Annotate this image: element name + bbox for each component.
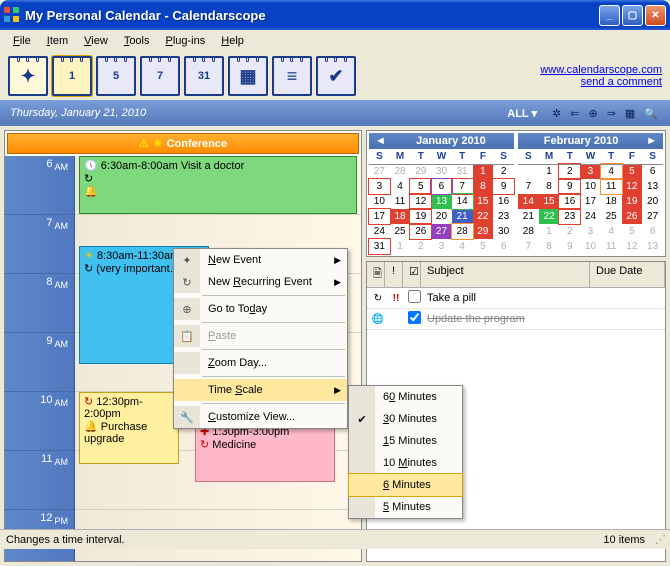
menu-new-event[interactable]: ✦New Event▶ bbox=[174, 249, 347, 271]
maximize-button[interactable]: ▢ bbox=[622, 5, 643, 26]
resize-grip[interactable]: ⋰ bbox=[655, 533, 664, 546]
event-purchase[interactable]: ↻ 12:30pm-2:00pm 🔔 Purchase upgrade bbox=[79, 392, 179, 464]
title-bar: My Personal Calendar - Calendarscope _ ▢… bbox=[0, 0, 670, 30]
tasks-header: 🗎 ! ☑ Subject Due Date bbox=[367, 262, 665, 288]
menu-bar: File Item View Tools Plug-ins Help bbox=[0, 30, 670, 52]
bell-icon: 🔔 bbox=[84, 421, 98, 433]
new-event-button[interactable]: ✦ bbox=[8, 56, 48, 96]
menu-new-recurring[interactable]: ↻New Recurring Event▶ bbox=[174, 271, 347, 293]
task-checkbox[interactable] bbox=[408, 290, 421, 303]
current-date: Thursday, January 21, 2010 bbox=[10, 107, 505, 119]
menu-zoom-day[interactable]: Zoom Day... bbox=[174, 352, 347, 374]
close-button[interactable]: ✕ bbox=[645, 5, 666, 26]
next-month-icon[interactable]: ► bbox=[642, 135, 661, 147]
timescale-10[interactable]: 10 Minutes bbox=[349, 452, 462, 474]
task-checkbox[interactable] bbox=[408, 311, 421, 324]
minical-january[interactable]: ◄January 2010 SMTWTFS 272829303112 34567… bbox=[369, 133, 514, 254]
status-text: Changes a time interval. bbox=[6, 534, 603, 546]
prev-month-icon[interactable]: ◄ bbox=[371, 135, 390, 147]
col-check[interactable]: ☑ bbox=[403, 262, 421, 287]
status-bar: Changes a time interval. 10 items ⋰ bbox=[0, 529, 670, 549]
filter-all[interactable]: ALL ▾ bbox=[505, 107, 539, 120]
menu-file[interactable]: File bbox=[6, 33, 38, 49]
event-medicine[interactable]: ✚ 1:30pm-3:00pm ↻ Medicine bbox=[195, 422, 335, 482]
menu-paste[interactable]: 📋Paste bbox=[174, 325, 347, 347]
sun-icon: ☀ bbox=[84, 250, 94, 262]
next-icon[interactable]: ⇒ bbox=[605, 107, 618, 120]
priority-icon: !! bbox=[387, 293, 405, 304]
window-title: My Personal Calendar - Calendarscope bbox=[25, 8, 599, 23]
event-visit-doctor[interactable]: 🕔 6:30am-8:00am Visit a doctor ↻ 🔔 bbox=[79, 156, 357, 214]
calendar-icon[interactable]: ▦ bbox=[623, 107, 637, 120]
allday-event[interactable]: ⚠ ☀ Conference bbox=[7, 133, 359, 154]
grid-view-button[interactable]: ▦ bbox=[228, 56, 268, 96]
search-icon[interactable]: 🔍 bbox=[642, 107, 660, 120]
menu-goto-today[interactable]: ⊕Go to Today bbox=[174, 298, 347, 320]
task-row[interactable]: 🌐 Update the program bbox=[367, 309, 665, 330]
status-count: 10 items bbox=[603, 534, 645, 546]
timescale-submenu: 60 Minutes ✔30 Minutes 15 Minutes 10 Min… bbox=[348, 385, 463, 519]
timescale-5[interactable]: 5 Minutes bbox=[349, 496, 462, 518]
recurring-icon: ↻ bbox=[84, 263, 93, 275]
week-view-button[interactable]: 7 bbox=[140, 56, 180, 96]
time-column: 6AM 7AM 8AM 9AM 10AM 11AM 12PM 1PM bbox=[5, 156, 75, 561]
minical-february[interactable]: February 2010► SMTWTFS 123456 7891011121… bbox=[518, 133, 663, 254]
gear-icon[interactable]: ✲ bbox=[550, 107, 563, 120]
recurring-icon: ↻ bbox=[84, 396, 93, 408]
today-icon[interactable]: ⊕ bbox=[586, 107, 599, 120]
timescale-6[interactable]: 6 Minutes bbox=[349, 474, 462, 496]
col-priority[interactable]: ! bbox=[385, 262, 403, 287]
toolbar: ✦ 1 5 7 31 ▦ ≡ ✔ www.calendarscope.com s… bbox=[0, 52, 670, 100]
warning-icon: ⚠ bbox=[139, 137, 149, 150]
prev-icon[interactable]: ⇐ bbox=[568, 107, 581, 120]
recurring-icon: ↻ bbox=[84, 173, 93, 185]
menu-view[interactable]: View bbox=[77, 33, 115, 49]
menu-plugins[interactable]: Plug-ins bbox=[159, 33, 213, 49]
task-row[interactable]: ↻ !! Take a pill bbox=[367, 288, 665, 309]
menu-time-scale[interactable]: Time Scale▶ bbox=[174, 379, 347, 401]
col-icon[interactable]: 🗎 bbox=[367, 262, 385, 287]
sun-icon: ☀ bbox=[153, 137, 163, 150]
month-view-button[interactable]: 31 bbox=[184, 56, 224, 96]
menu-help[interactable]: Help bbox=[214, 33, 251, 49]
context-menu: ✦New Event▶ ↻New Recurring Event▶ ⊕Go to… bbox=[173, 248, 348, 429]
tasks-view-button[interactable]: ✔ bbox=[316, 56, 356, 96]
day-view-button[interactable]: 1 bbox=[52, 56, 92, 96]
timescale-15[interactable]: 15 Minutes bbox=[349, 430, 462, 452]
comment-link[interactable]: send a comment bbox=[540, 76, 662, 88]
workweek-view-button[interactable]: 5 bbox=[96, 56, 136, 96]
menu-tools[interactable]: Tools bbox=[117, 33, 157, 49]
timescale-60[interactable]: 60 Minutes bbox=[349, 386, 462, 408]
task-icon: 🌐 bbox=[369, 314, 387, 325]
menu-customize-view[interactable]: 🔧Customize View... bbox=[174, 406, 347, 428]
mini-calendars: ◄January 2010 SMTWTFS 272829303112 34567… bbox=[366, 130, 666, 257]
list-view-button[interactable]: ≡ bbox=[272, 56, 312, 96]
website-link[interactable]: www.calendarscope.com bbox=[540, 64, 662, 76]
timescale-30[interactable]: ✔30 Minutes bbox=[349, 408, 462, 430]
menu-item[interactable]: Item bbox=[40, 33, 75, 49]
date-header: Thursday, January 21, 2010 ALL ▾ ✲ ⇐ ⊕ ⇒… bbox=[0, 100, 670, 126]
app-icon bbox=[4, 7, 20, 23]
task-icon: ↻ bbox=[369, 293, 387, 304]
col-subject[interactable]: Subject bbox=[421, 262, 590, 287]
minimize-button[interactable]: _ bbox=[599, 5, 620, 26]
recurring-icon: ↻ bbox=[200, 439, 209, 451]
clock-icon: 🕔 bbox=[84, 160, 98, 172]
col-due[interactable]: Due Date bbox=[590, 262, 665, 287]
bell-icon: 🔔 bbox=[84, 186, 98, 198]
